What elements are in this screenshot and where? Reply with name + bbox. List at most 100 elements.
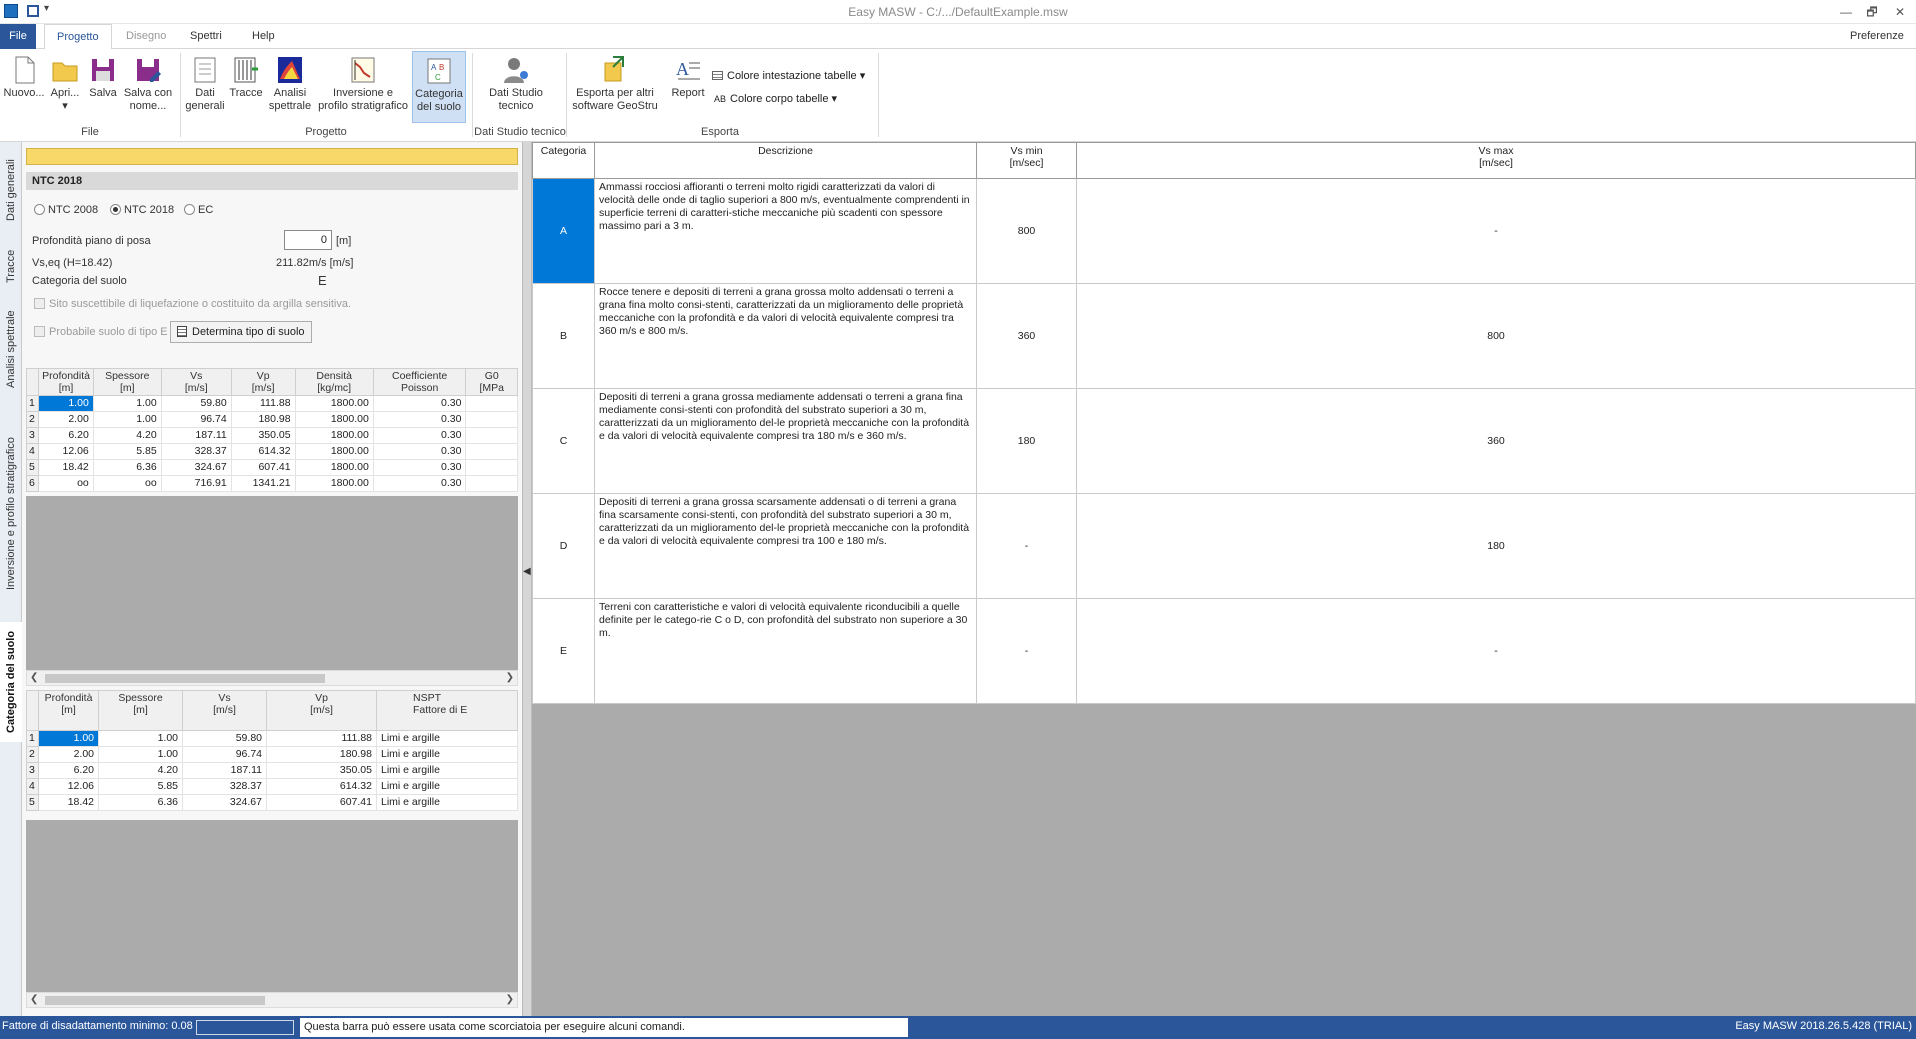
tab-analisi-spettrale[interactable]: Analisi spettrale [0, 294, 22, 404]
col-poisson[interactable]: Coefficiente Poisson [372, 368, 467, 396]
row-number-header [26, 690, 39, 731]
grid-header-row: Profondità [m] Spessore [m] Vs [m/s] Vp [m/s… [26, 690, 518, 731]
col-densita[interactable]: Densità [kg/mc] [294, 368, 374, 396]
scroll-thumb[interactable] [45, 996, 265, 1005]
table-row[interactable]: 4 12.06 5.85 328.37 614.32 1800.00 0.30 [25, 443, 518, 460]
general-data-icon [194, 57, 216, 83]
tab-inversione[interactable]: Inversione e profilo stratigrafico [0, 410, 22, 618]
soil-category-button[interactable]: ABC Categoria del suolo [412, 51, 466, 123]
save-as-button[interactable]: Salva con nome... [122, 51, 174, 123]
spectral-analysis-button[interactable]: Analisi spettrale [266, 51, 314, 123]
menu-disegno[interactable]: Disegno [114, 24, 178, 49]
radio-ntc2008[interactable]: NTC 2008 [34, 204, 98, 216]
open-folder-icon [52, 62, 78, 82]
group-label-file: File [81, 126, 99, 138]
report-icon: A [676, 59, 700, 80]
col-vs[interactable]: Vs [m/s] [160, 368, 232, 396]
category-vsmax: 360 [1076, 388, 1916, 494]
table-row[interactable]: 1 1.00 1.00 59.80 111.88 1800.00 0.30 [25, 395, 518, 412]
header-color-dropdown[interactable]: Colore intestazione tabelle ▾ [712, 69, 865, 82]
table-row[interactable]: 6 oo oo 716.91 1341.21 1800.00 0.30 [25, 475, 518, 492]
tab-categoria-suolo[interactable]: Categoria del suolo [0, 622, 22, 742]
table-row[interactable]: 2 2.00 1.00 96.74 180.98 1800.00 0.30 [25, 411, 518, 428]
table-row[interactable]: 1 1.00 1.00 59.80 111.88 Limi e argille [26, 730, 518, 747]
col-g0[interactable]: G0 [MPa [465, 368, 518, 396]
category-row[interactable]: C Depositi di terreni a grana grossa medi… [532, 388, 1916, 494]
export-button[interactable]: Esporta per altri software GeoStru [570, 51, 660, 123]
determina-button[interactable]: Determina tipo di suolo [170, 321, 312, 343]
category-row[interactable]: D Depositi di terreni a grana grossa scar… [532, 493, 1916, 599]
close-button[interactable]: ✕ [1886, 3, 1914, 21]
table-row[interactable]: 3 6.20 4.20 187.11 350.05 1800.00 0.30 [25, 427, 518, 444]
body-color-dropdown[interactable]: AB Colore corpo tabelle ▾ [714, 92, 837, 105]
traces-button[interactable]: Tracce [228, 51, 264, 123]
grid-empty-area [26, 496, 518, 670]
category-code: E [532, 598, 595, 704]
scroll-right-icon[interactable]: ❯ [506, 993, 514, 1007]
save-button[interactable]: Salva [86, 51, 120, 123]
nspt-grid: Profondità [m] Spessore [m] Vs [m/s] Vp [m/s… [26, 690, 518, 811]
scroll-right-icon[interactable]: ❯ [506, 671, 514, 685]
category-vsmax: 800 [1076, 283, 1916, 389]
studio-data-button[interactable]: Dati Studio tecnico [480, 51, 552, 123]
table-row[interactable]: 5 18.42 6.36 324.67 607.41 1800.00 0.30 [25, 459, 518, 476]
horizontal-scrollbar[interactable]: ❮ ❯ [26, 992, 518, 1008]
report-button[interactable]: A Report [668, 51, 708, 123]
row-number-header [25, 368, 40, 396]
general-data-button[interactable]: Dati generali [184, 51, 226, 123]
command-bar[interactable]: Questa barra può essere usata come scorc… [300, 1018, 908, 1037]
category-row[interactable]: B Rocce tenere e depositi di terreni a gr… [532, 283, 1916, 389]
menu-file[interactable]: File [0, 24, 36, 49]
group-label-progetto: Progetto [305, 126, 347, 138]
side-tab-strip: Dati generali Tracce Analisi spettrale I… [0, 142, 22, 1016]
category-table: Categoria Descrizione Vs min [m/sec] Vs m… [532, 142, 1916, 704]
radio-circle [110, 204, 121, 215]
horizontal-scrollbar[interactable]: ❮ ❯ [26, 670, 518, 686]
col-vp[interactable]: Vp [m/s] [266, 690, 377, 731]
radio-ntc2018[interactable]: NTC 2018 [110, 204, 174, 216]
table-row[interactable]: 5 18.42 6.36 324.67 607.41 Limi e argille [26, 794, 518, 811]
menu-help[interactable]: Help [240, 24, 287, 49]
tab-dati-generali[interactable]: Dati generali [0, 142, 22, 238]
tipoE-checkbox[interactable]: Probabile suolo di tipo E [34, 326, 168, 338]
open-button[interactable]: Apri... ▾ [48, 51, 82, 123]
ribbon-separator [566, 53, 567, 137]
table-row[interactable]: 4 12.06 5.85 328.37 614.32 Limi e argille [26, 778, 518, 795]
col-vs[interactable]: Vs [m/s] [182, 690, 267, 731]
col-vp[interactable]: Vp [m/s] [230, 368, 296, 396]
category-row[interactable]: E Terreni con caratteristiche e valori di… [532, 598, 1916, 704]
category-row[interactable]: A Ammassi rocciosi affioranti o terreni m… [532, 178, 1916, 284]
menu-progetto[interactable]: Progetto [44, 24, 112, 50]
layers-grid: Profondità [m] Spessore [m] Vs [m/s] Vp [m/s… [25, 368, 518, 492]
vsmin-title: Vs min [1010, 145, 1043, 157]
panel-splitter[interactable]: ◀ [522, 142, 532, 1016]
category-description: Depositi di terreni a grana grossa media… [594, 388, 977, 494]
radio-circle [34, 204, 45, 215]
scroll-thumb[interactable] [45, 674, 325, 683]
col-spessore[interactable]: Spessore [m] [98, 690, 183, 731]
liquefazione-checkbox[interactable]: Sito suscettibile di liquefazione o cost… [34, 298, 351, 310]
inversion-profile-icon [351, 57, 375, 83]
checkbox-box [34, 326, 45, 337]
col-nspt[interactable]: NSPT Fattore di E [376, 690, 518, 731]
table-row[interactable]: 2 2.00 1.00 96.74 180.98 Limi e argille [26, 746, 518, 763]
tab-tracce[interactable]: Tracce [0, 242, 22, 290]
profondita-input[interactable]: 0 [284, 230, 332, 250]
col-profondita[interactable]: Profondità [m] [38, 690, 99, 731]
collapse-arrow-icon[interactable]: ◀ [523, 566, 531, 577]
inversion-profile-button[interactable]: Inversione e profilo stratigrafico [318, 51, 408, 123]
restore-button[interactable]: 🗗 [1858, 3, 1886, 21]
liquefazione-label: Sito suscettibile di liquefazione o cost… [49, 298, 352, 310]
menu-spettri[interactable]: Spettri [178, 24, 234, 49]
scroll-left-icon[interactable]: ❮ [30, 993, 38, 1007]
col-spessore[interactable]: Spessore [m] [92, 368, 162, 396]
col-profondita[interactable]: Profondità [m] [38, 368, 94, 396]
scroll-left-icon[interactable]: ❮ [30, 671, 38, 685]
table-row[interactable]: 3 6.20 4.20 187.11 350.05 Limi e argille [26, 762, 518, 779]
preferences-menu[interactable]: Preferenze ▾ [1838, 24, 1916, 66]
radio-ec[interactable]: EC [184, 204, 213, 216]
vsmax-title: Vs max [1478, 145, 1514, 157]
col-vsmin: Vs min [m/sec] [976, 142, 1077, 179]
minimize-button[interactable]: — [1832, 3, 1860, 21]
new-button[interactable]: Nuovo... [2, 51, 46, 123]
